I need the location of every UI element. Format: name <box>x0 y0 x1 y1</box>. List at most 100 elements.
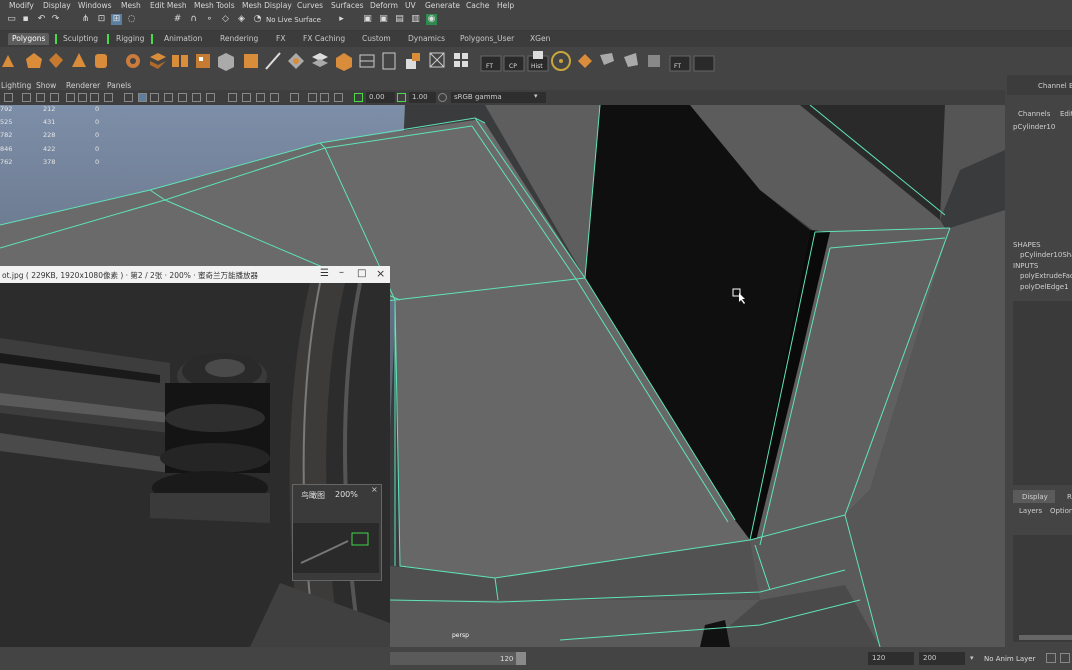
poly-platonic-icon[interactable] <box>26 53 42 68</box>
tab-polygons[interactable]: Polygons <box>8 33 50 45</box>
render-settings-icon[interactable]: ▤ <box>394 14 405 25</box>
live-surface-icon[interactable]: ◔ <box>252 14 263 25</box>
anim-prefs-icon[interactable] <box>1046 653 1056 663</box>
tab-channels[interactable]: Channels <box>1018 110 1050 118</box>
wedge-icon[interactable] <box>406 53 420 69</box>
tab-render-layer[interactable]: R <box>1067 493 1072 501</box>
smooth-icon[interactable] <box>648 55 660 67</box>
tab-rigging[interactable]: Rigging <box>116 33 144 45</box>
soft-select-icon[interactable] <box>600 53 614 65</box>
char-set-icon[interactable] <box>1060 653 1070 663</box>
film-gate-icon[interactable] <box>36 93 45 102</box>
colorspace-select[interactable]: sRGB gamma <box>451 92 546 103</box>
exposure-field[interactable]: 0.00 <box>366 92 395 103</box>
poly-cone-icon[interactable] <box>2 55 14 67</box>
undo-icon[interactable]: ↶ <box>36 14 47 25</box>
history-icon[interactable]: ▸ <box>336 14 347 25</box>
select-object-icon[interactable]: ⊡ <box>96 14 107 25</box>
duplicate-face-icon[interactable] <box>382 52 396 70</box>
maximize-icon[interactable]: □ <box>357 268 366 279</box>
poly-helix-icon[interactable] <box>49 53 63 68</box>
bevel-icon[interactable] <box>196 54 210 68</box>
shadows-icon[interactable] <box>206 93 215 102</box>
image-viewer-window[interactable]: ot.jpg ( 229KB, 1920x1080像素 ) · 第2 / 2张 … <box>0 266 390 647</box>
delete-edge-icon[interactable] <box>429 52 445 68</box>
gamma-icon[interactable] <box>397 93 406 102</box>
field-chart-icon[interactable] <box>66 93 75 102</box>
range-handle[interactable] <box>516 652 526 665</box>
menu-mesh[interactable]: Mesh <box>121 1 141 10</box>
tab-polygons-user[interactable]: Polygons_User <box>460 33 514 45</box>
anim-layer-label[interactable]: No Anim Layer <box>984 655 1035 663</box>
tab-rendering[interactable]: Rendering <box>220 33 258 45</box>
shape-node[interactable]: pCylinder10Sha <box>1020 251 1072 259</box>
anti-aliasing-icon[interactable] <box>256 93 265 102</box>
safe-action-icon[interactable] <box>78 93 87 102</box>
wireframe-icon[interactable] <box>104 93 113 102</box>
menu-edit-mesh[interactable]: Edit Mesh <box>150 1 187 10</box>
select-camera-icon[interactable] <box>4 93 13 102</box>
use-default-material-icon[interactable] <box>164 93 173 102</box>
extract-icon[interactable] <box>172 55 188 67</box>
poly-pipe-icon[interactable] <box>95 54 107 68</box>
open-scene-icon[interactable]: ▭ <box>6 14 17 25</box>
xray-icon[interactable] <box>150 93 159 102</box>
append-icon[interactable] <box>359 54 375 68</box>
snap-point-icon[interactable]: ∘ <box>204 14 215 25</box>
select-hierarchy-icon[interactable]: ⋔ <box>80 14 91 25</box>
redo-icon[interactable]: ↷ <box>50 14 61 25</box>
lasso-icon[interactable]: ◌ <box>126 14 137 25</box>
navigator-panel[interactable]: 鸟瞰图 200% × <box>292 484 382 581</box>
menu-cache[interactable]: Cache <box>466 1 489 10</box>
snap-surface-icon[interactable]: ◈ <box>236 14 247 25</box>
chevron-down-icon[interactable]: ▾ <box>970 654 974 662</box>
close-icon[interactable]: × <box>376 267 385 280</box>
extrude-icon[interactable] <box>244 54 258 68</box>
tab-fx-caching[interactable]: FX Caching <box>303 33 345 45</box>
scrollbar[interactable] <box>1019 635 1072 640</box>
snap-curve-icon[interactable]: ∩ <box>188 14 199 25</box>
input-node[interactable]: polyExtrudeFac <box>1020 272 1072 280</box>
menu-mesh-display[interactable]: Mesh Display <box>242 1 292 10</box>
panel-menu-panels[interactable]: Panels <box>107 81 131 90</box>
tab-animation[interactable]: Animation <box>164 33 202 45</box>
panel-menu-show[interactable]: Show <box>36 81 56 90</box>
multi-cut-icon[interactable] <box>265 52 281 70</box>
fill-hole-icon[interactable] <box>336 53 352 71</box>
safe-title-icon[interactable] <box>90 93 99 102</box>
paint-select-icon[interactable] <box>578 54 592 68</box>
merge-icon[interactable] <box>312 53 328 67</box>
hypershade-icon[interactable]: ▥ <box>410 14 421 25</box>
range-bar[interactable]: 120 <box>390 652 520 665</box>
select-component-icon[interactable]: ⊞ <box>111 14 122 25</box>
snap-grid-icon[interactable]: # <box>172 14 183 25</box>
color-management-icon[interactable] <box>438 93 447 102</box>
menu-mesh-tools[interactable]: Mesh Tools <box>194 1 235 10</box>
menu-display[interactable]: Display <box>43 1 71 10</box>
two-sided-icon[interactable] <box>334 93 343 102</box>
bridge-icon[interactable] <box>218 53 234 71</box>
gamma-field[interactable]: 1.00 <box>409 92 436 103</box>
lights-icon[interactable] <box>192 93 201 102</box>
save-scene-icon[interactable]: ▪ <box>20 14 31 25</box>
transfer-attributes-icon[interactable] <box>624 53 638 67</box>
screen-space-ao-icon[interactable] <box>228 93 237 102</box>
menu-deform[interactable]: Deform <box>370 1 398 10</box>
close-icon[interactable]: × <box>371 485 378 494</box>
tab-fx[interactable]: FX <box>276 33 285 45</box>
target-weld-icon[interactable] <box>288 53 304 69</box>
menu-modify[interactable]: Modify <box>9 1 34 10</box>
tab-display[interactable]: Display <box>1013 490 1055 503</box>
grid-toggle-icon[interactable] <box>22 93 31 102</box>
menu-surfaces[interactable]: Surfaces <box>331 1 363 10</box>
menu-help[interactable]: Help <box>497 1 514 10</box>
textured-icon[interactable] <box>178 93 187 102</box>
menu-generate[interactable]: Generate <box>425 1 460 10</box>
tab-sculpting[interactable]: Sculpting <box>63 33 98 45</box>
motion-blur-icon[interactable] <box>242 93 251 102</box>
image-plane-icon[interactable] <box>320 93 329 102</box>
tab-custom[interactable]: Custom <box>362 33 391 45</box>
panel-menu-lighting[interactable]: Lighting <box>1 81 31 90</box>
resolution-gate-icon[interactable] <box>50 93 59 102</box>
tab-edit[interactable]: Edit <box>1060 110 1072 118</box>
